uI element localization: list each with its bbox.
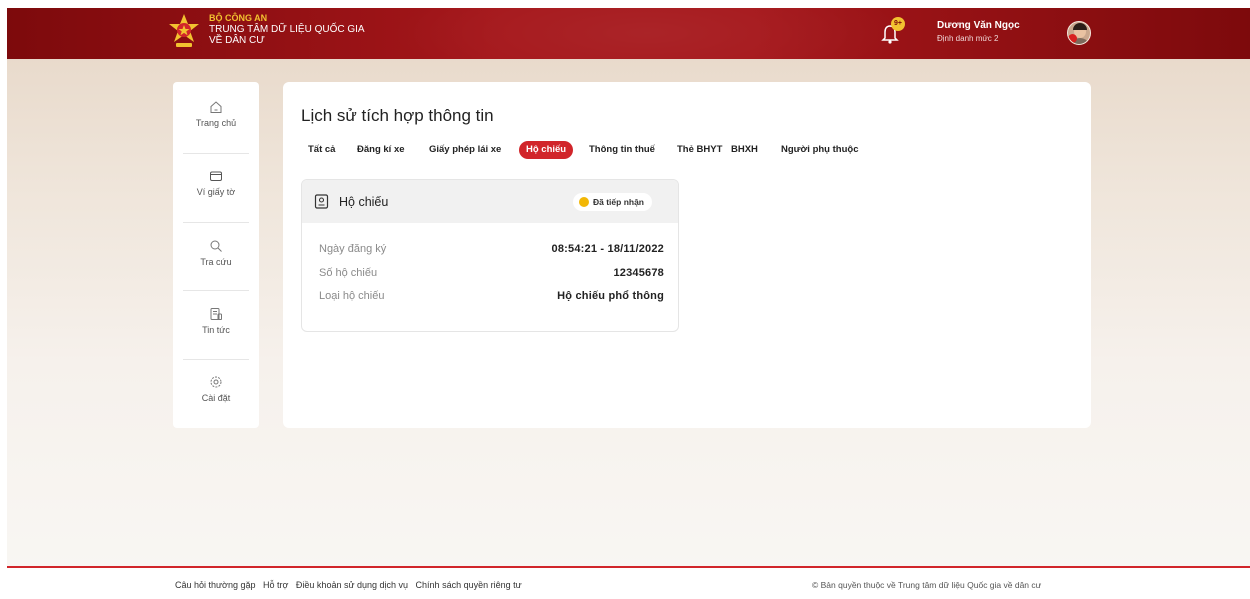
org-name: BỘ CÔNG AN — [209, 13, 268, 23]
sidebar-item-news[interactable]: Tin tức — [173, 307, 259, 375]
info-row-registration-date: Ngày đăng ký 08:54:21 - 18/11/2022 — [319, 243, 664, 259]
sidebar-item-label: Cài đặt — [201, 393, 231, 403]
search-icon — [210, 240, 222, 252]
sidebar-divider — [183, 359, 249, 360]
avatar[interactable] — [1067, 21, 1091, 45]
tab-all[interactable]: Tất cả — [308, 141, 335, 159]
sidebar-item-label: Tin tức — [202, 325, 230, 335]
info-row-passport-type: Loại hộ chiếu Hộ chiếu phổ thông — [319, 290, 664, 306]
sidebar-item-label: Trang chủ — [195, 118, 237, 128]
brand-text[interactable]: BỘ CÔNG AN TRUNG TÂM DỮ LIỆU QUỐC GIA VỀ… — [209, 13, 365, 46]
main-panel: Lịch sử tích hợp thông tin Tất cả Đăng k… — [283, 82, 1091, 428]
row-value: 12345678 — [613, 267, 664, 279]
tab-driving-license[interactable]: Giấy phép lái xe — [429, 141, 501, 159]
sidebar-divider — [183, 290, 249, 291]
wallet-icon — [210, 171, 222, 181]
info-row-passport-number: Số hộ chiếu 12345678 — [319, 267, 664, 283]
footer-link-terms[interactable]: Điều khoản sử dụng dịch vụ — [296, 580, 408, 590]
tab-health-insurance[interactable]: Thẻ BHYT — [677, 141, 722, 159]
sidebar-item-label: Ví giấy tờ — [196, 187, 236, 197]
tab-dependents[interactable]: Người phụ thuộc — [781, 141, 858, 159]
user-level: Định danh mức 2 — [937, 34, 999, 43]
tab-social-insurance[interactable]: BHXH — [731, 141, 758, 159]
header-pattern — [387, 8, 907, 59]
passport-card[interactable]: Hộ chiếu Đã tiếp nhận Ngày đăng ký 08:54… — [301, 179, 679, 332]
tab-passport[interactable]: Hộ chiếu — [519, 141, 574, 159]
sidebar-item-settings[interactable]: Cài đặt — [173, 375, 259, 443]
footer: Câu hỏi thường gặp Hỗ trợ Điều khoản sử … — [7, 566, 1250, 599]
sidebar-divider — [183, 153, 249, 154]
card-title: Hộ chiếu — [339, 195, 389, 209]
row-label: Số hộ chiếu — [319, 267, 378, 279]
gear-icon — [210, 376, 222, 388]
copyright-text: © Bản quyền thuộc về Trung tâm dữ liệu Q… — [812, 580, 1042, 590]
news-icon — [210, 308, 222, 320]
footer-link-privacy[interactable]: Chính sách quyền riêng tư — [416, 580, 522, 590]
row-label: Loại hộ chiếu — [319, 290, 385, 302]
tab-tax-info[interactable]: Thông tin thuế — [589, 141, 655, 159]
row-value: Hộ chiếu phổ thông — [557, 290, 664, 302]
card-header: Hộ chiếu Đã tiếp nhận — [302, 180, 678, 223]
sidebar: Trang chủ Ví giấy tờ Tra cứu Tin tức Cài… — [173, 82, 259, 428]
notification-badge: 9+ — [891, 17, 905, 31]
status-dot-icon — [579, 197, 589, 207]
police-emblem-logo[interactable] — [167, 13, 201, 51]
center-name-line2: VỀ DÂN CƯ — [209, 35, 265, 46]
footer-link-support[interactable]: Hỗ trợ — [263, 580, 288, 590]
user-info[interactable]: Dương Văn Ngọc Định danh mức 2 — [937, 20, 1020, 45]
page-title: Lịch sử tích hợp thông tin — [301, 106, 494, 125]
home-icon — [210, 101, 222, 113]
sidebar-divider — [183, 222, 249, 223]
row-value: 08:54:21 - 18/11/2022 — [551, 243, 664, 255]
status-badge: Đã tiếp nhận — [573, 193, 653, 211]
sidebar-item-label: Tra cứu — [200, 257, 232, 267]
user-name: Dương Văn Ngọc — [937, 20, 1020, 31]
footer-links: Câu hỏi thường gặp Hỗ trợ Điều khoản sử … — [175, 580, 527, 590]
footer-link-faq[interactable]: Câu hỏi thường gặp — [175, 580, 255, 590]
sidebar-item-wallet[interactable]: Ví giấy tờ — [173, 169, 259, 237]
center-name-line1: TRUNG TÂM DỮ LIỆU QUỐC GIA — [209, 24, 365, 35]
row-label: Ngày đăng ký — [319, 243, 387, 255]
sidebar-item-lookup[interactable]: Tra cứu — [173, 239, 259, 307]
sidebar-item-home[interactable]: Trang chủ — [173, 100, 259, 168]
passport-icon — [314, 194, 329, 209]
status-text: Đã tiếp nhận — [593, 197, 645, 207]
top-header: BỘ CÔNG AN TRUNG TÂM DỮ LIỆU QUỐC GIA VỀ… — [7, 8, 1250, 59]
tab-vehicle-registration[interactable]: Đăng kí xe — [357, 141, 405, 159]
app-frame: BỘ CÔNG AN TRUNG TÂM DỮ LIỆU QUỐC GIA VỀ… — [7, 8, 1250, 599]
